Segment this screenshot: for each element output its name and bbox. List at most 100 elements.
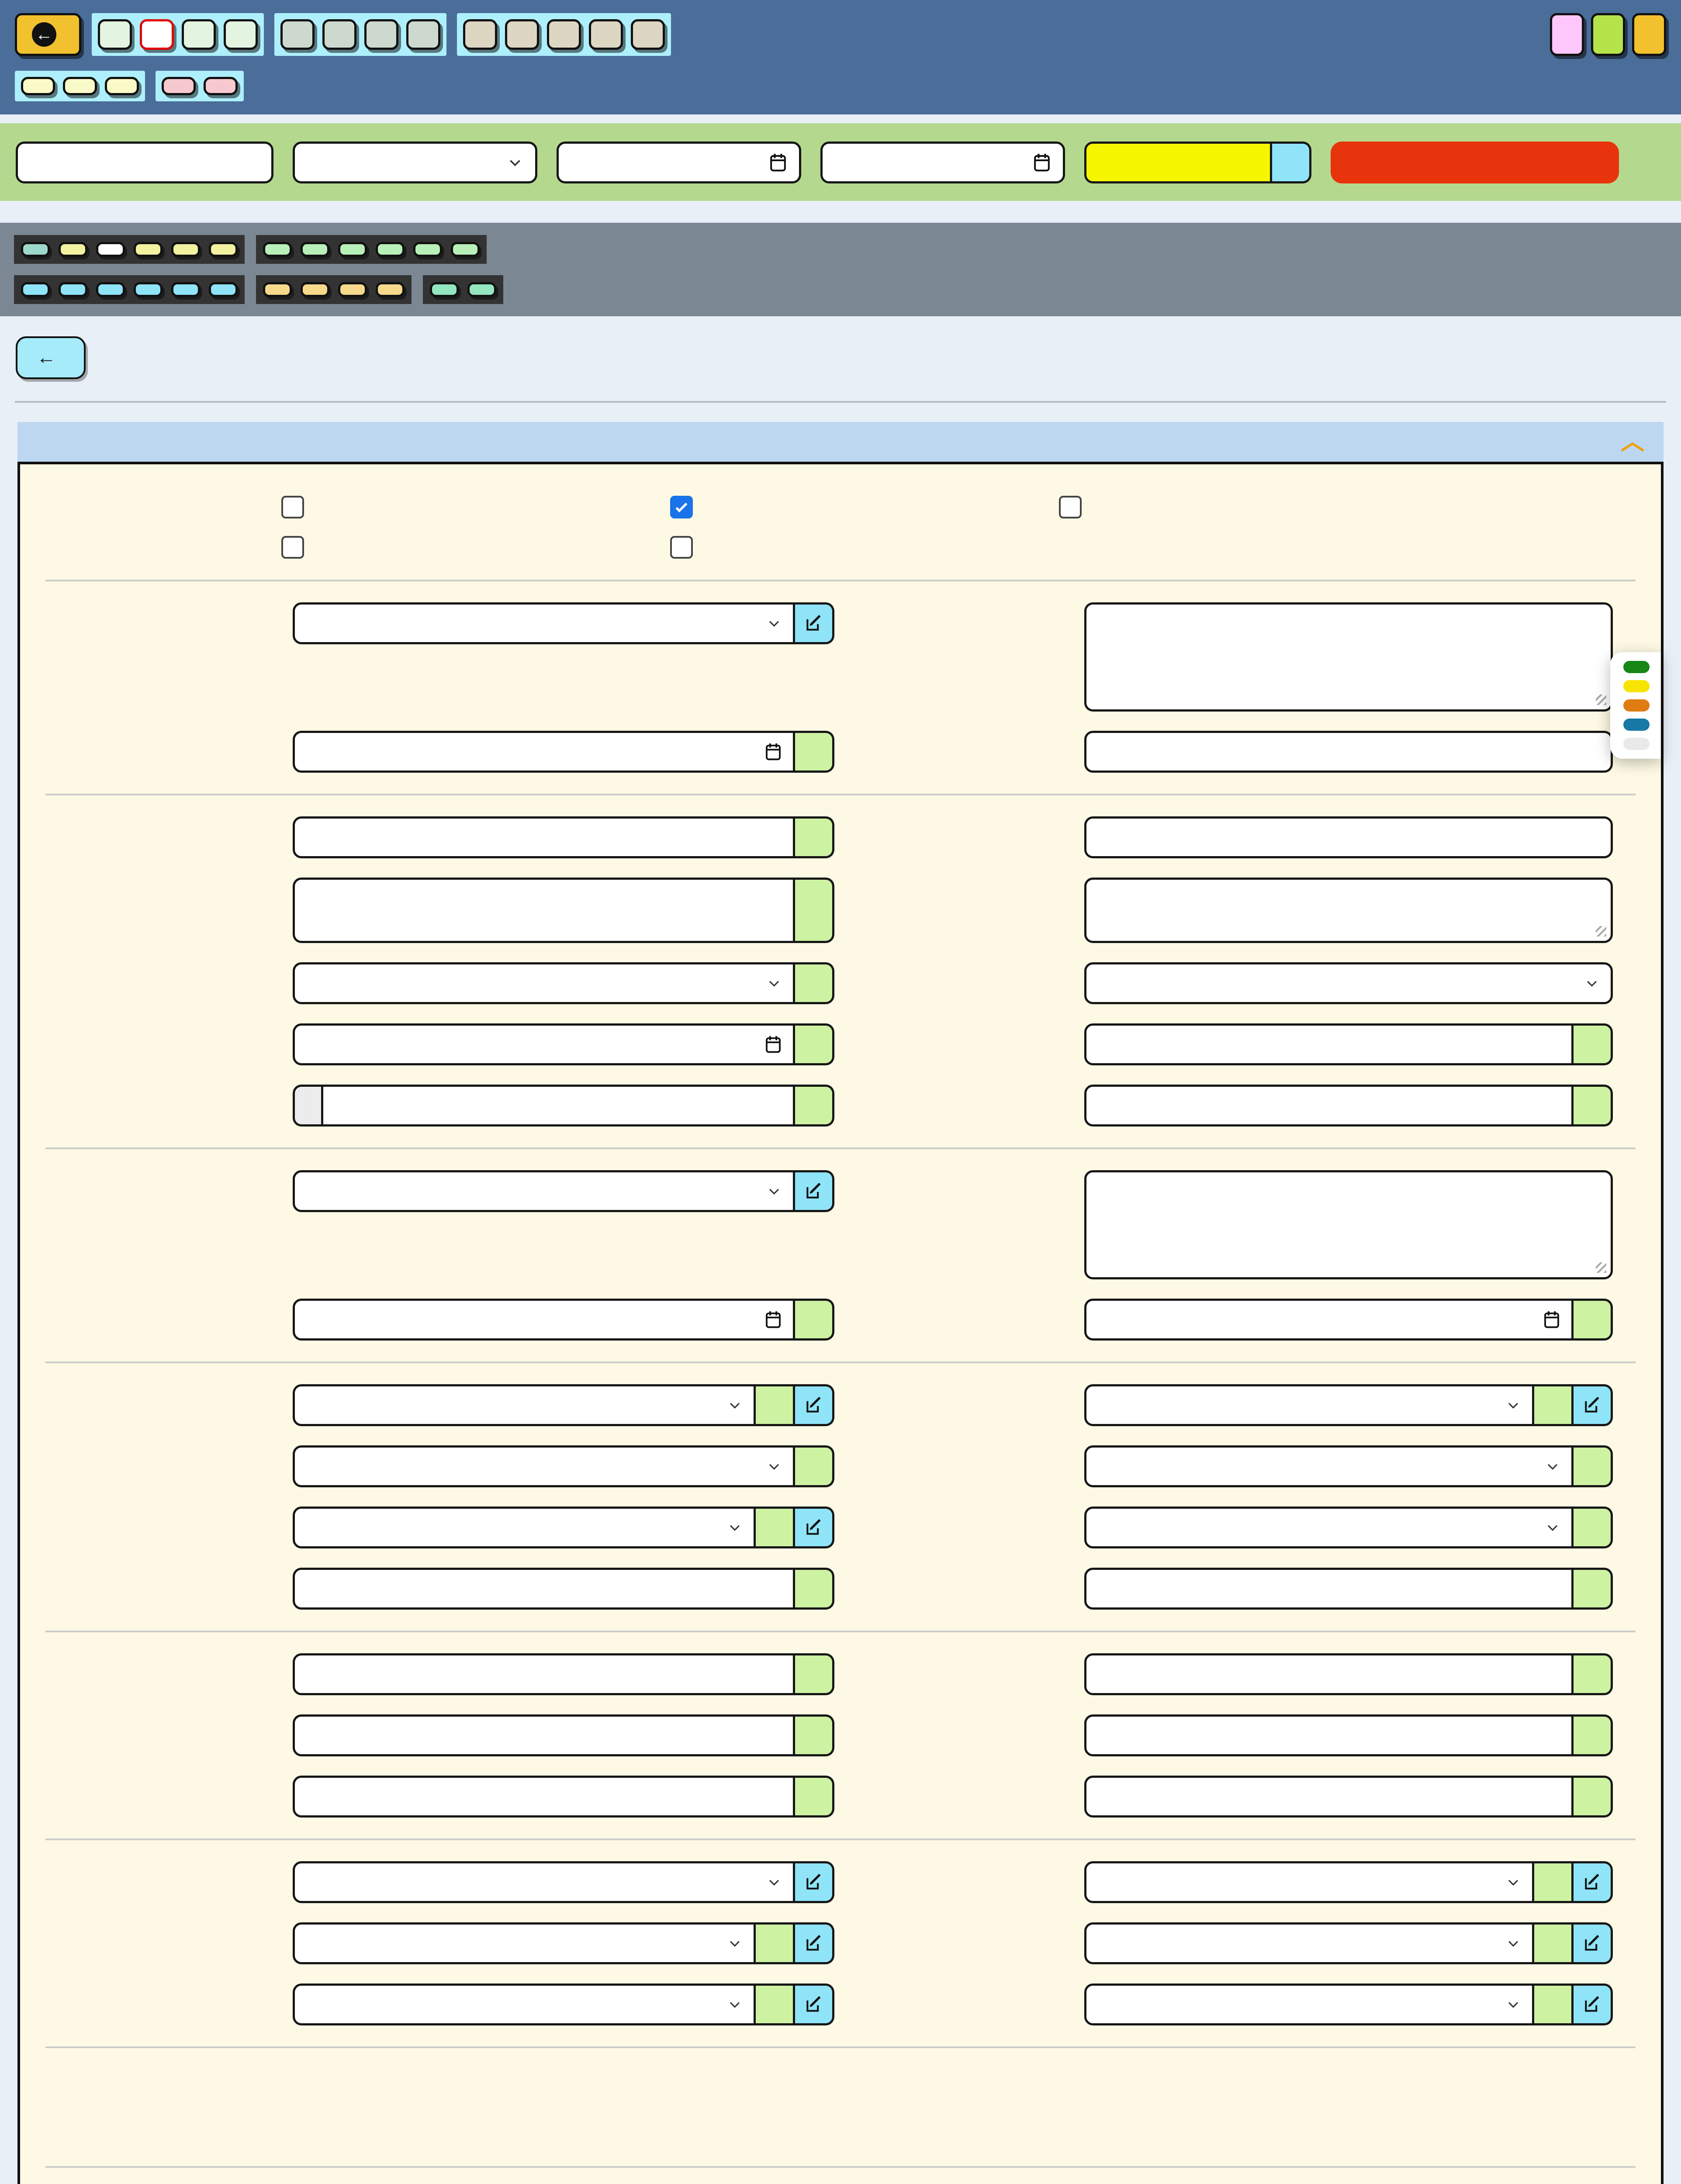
tab-sankce[interactable] — [134, 282, 163, 297]
nav-organizer[interactable] — [322, 19, 356, 50]
datum-narozeni-input[interactable] — [293, 1023, 834, 1065]
vlastni-polozka-5-input[interactable] — [293, 1776, 834, 1818]
help-button[interactable] — [1574, 1653, 1613, 1695]
vlastni-polozka-1-input[interactable] — [293, 1653, 834, 1695]
help-button[interactable] — [1574, 1299, 1613, 1341]
checkbox-icon[interactable] — [670, 536, 693, 559]
skolni-trida-input[interactable] — [1084, 1085, 1613, 1127]
datum-prijeti-2-input[interactable] — [293, 1299, 834, 1341]
close-card-button[interactable] — [1331, 142, 1619, 183]
pozice-v-rodine-2-select[interactable] — [293, 1170, 834, 1212]
edit-list-button[interactable] — [795, 1922, 834, 1964]
edit-list-button[interactable] — [795, 602, 834, 644]
checkbox-icon[interactable] — [1059, 496, 1082, 518]
cilova-skupina-select[interactable] — [293, 1384, 834, 1426]
calendar-icon[interactable] — [1543, 1310, 1560, 1329]
help-button[interactable] — [795, 1714, 834, 1756]
help-button[interactable] — [1574, 1776, 1613, 1818]
edit-list-button[interactable] — [1574, 1984, 1613, 2025]
vlastni-polozka-2-input[interactable] — [1084, 1653, 1613, 1695]
edit-list-button[interactable] — [795, 1170, 834, 1212]
tab-stiznosti[interactable] — [338, 242, 367, 257]
tab-poznamky[interactable] — [209, 242, 238, 257]
calendar-icon[interactable] — [769, 153, 787, 172]
datum-vylouceni-input[interactable] — [1084, 731, 1613, 773]
nav-navigace[interactable] — [1550, 13, 1584, 56]
datum-vylouceni-2-input[interactable] — [1084, 1299, 1613, 1341]
help-button[interactable] — [795, 1085, 834, 1127]
back-to-family-button[interactable]: ← — [16, 336, 86, 379]
tab-strava[interactable] — [263, 282, 292, 297]
edit-list-button[interactable] — [795, 1507, 834, 1548]
vlastni-polozka-3-input[interactable] — [293, 1714, 834, 1756]
datum-do-input[interactable] — [820, 142, 1065, 183]
zobrazit-button[interactable] — [1084, 142, 1272, 183]
help-button[interactable] — [1574, 1445, 1613, 1487]
nav-klienti-active[interactable] — [140, 19, 174, 50]
help-button[interactable] — [756, 1922, 795, 1964]
kraj-select[interactable] — [293, 962, 834, 1004]
help-button[interactable] — [756, 1507, 795, 1548]
help-button[interactable] — [1534, 1984, 1574, 2025]
menu-clen-rodiny-button[interactable] — [1623, 680, 1650, 692]
nav-ubytovani[interactable] — [505, 19, 539, 50]
help-button[interactable] — [1534, 1384, 1574, 1426]
zobrazit-help-button[interactable] — [1272, 142, 1311, 183]
tab-vyuctovani[interactable] — [376, 282, 405, 297]
pozice-v-rodine-select[interactable] — [293, 602, 834, 644]
checkbox-icon[interactable] — [281, 536, 304, 559]
tab-informace[interactable] — [21, 242, 50, 257]
poznamka-clena-rodiny-textarea[interactable] — [1084, 602, 1613, 712]
help-button[interactable] — [795, 1299, 834, 1341]
help-button[interactable] — [795, 1023, 834, 1065]
edit-list-button[interactable] — [1574, 1384, 1613, 1426]
tab-deniky[interactable] — [209, 282, 238, 297]
checkbox-nzdm[interactable] — [670, 496, 1059, 518]
calendar-icon[interactable] — [765, 1310, 782, 1329]
datum-od-input[interactable] — [557, 142, 801, 183]
nav-web[interactable] — [105, 77, 139, 95]
tab-akce[interactable] — [171, 282, 200, 297]
help-button[interactable] — [756, 1384, 795, 1426]
jmeno-input[interactable] — [293, 816, 834, 858]
nav-odhlasit[interactable] — [1632, 13, 1666, 56]
stredisko-select[interactable] — [293, 142, 537, 183]
collapse-chevron-icon[interactable]: ︿ — [1621, 432, 1644, 451]
bydliste-pred-pocatkem-select[interactable] — [1084, 1445, 1613, 1487]
trvale-bydliste-select[interactable] — [293, 1445, 834, 1487]
tab-tisk-vykazu[interactable] — [467, 282, 496, 297]
nav-finance[interactable] — [589, 19, 623, 50]
nav-kancelar[interactable] — [631, 19, 665, 50]
tab-rodina-active[interactable] — [96, 242, 125, 257]
help-button[interactable] — [1574, 1023, 1613, 1065]
checkbox-tera[interactable] — [670, 536, 1059, 559]
nav-zapujcky[interactable] — [463, 19, 497, 50]
calendar-icon[interactable] — [765, 743, 782, 761]
back-button[interactable]: ← — [15, 13, 81, 56]
vlastni-zarazeni-4-select[interactable] — [293, 1984, 834, 2025]
help-button[interactable] — [1534, 1922, 1574, 1964]
adresa-textarea[interactable] — [1084, 878, 1613, 943]
klient-input[interactable] — [16, 142, 273, 183]
tab-smlouvy[interactable] — [413, 242, 442, 257]
checkbox-icon[interactable] — [281, 496, 304, 518]
calendar-icon[interactable] — [765, 1035, 782, 1054]
tab-skupinova-prace[interactable] — [59, 282, 87, 297]
vlastni-zarazeni-2-select[interactable] — [293, 1922, 834, 1964]
nav-strava[interactable] — [547, 19, 581, 50]
prijmeni-input[interactable] — [1084, 816, 1613, 858]
choose-file-button[interactable] — [293, 1085, 323, 1127]
tab-situace[interactable] — [171, 242, 200, 257]
variabilni-symbol-input[interactable] — [1084, 1776, 1613, 1818]
help-button[interactable] — [795, 878, 834, 943]
nav-nastenka[interactable] — [98, 19, 132, 50]
stupen-zavislosti-select[interactable] — [1084, 1384, 1613, 1426]
tab-plany[interactable] — [451, 242, 480, 257]
menu-dolu-button[interactable] — [1623, 719, 1650, 731]
nav-zamestnanci[interactable] — [280, 19, 315, 50]
narodnost-select[interactable] — [293, 1861, 834, 1903]
nav-dokumenty[interactable] — [63, 77, 97, 95]
tab-cil[interactable] — [134, 242, 163, 257]
vlastni-zarazeni-1-select[interactable] — [1084, 1861, 1613, 1903]
checkbox-strw[interactable] — [281, 536, 670, 559]
